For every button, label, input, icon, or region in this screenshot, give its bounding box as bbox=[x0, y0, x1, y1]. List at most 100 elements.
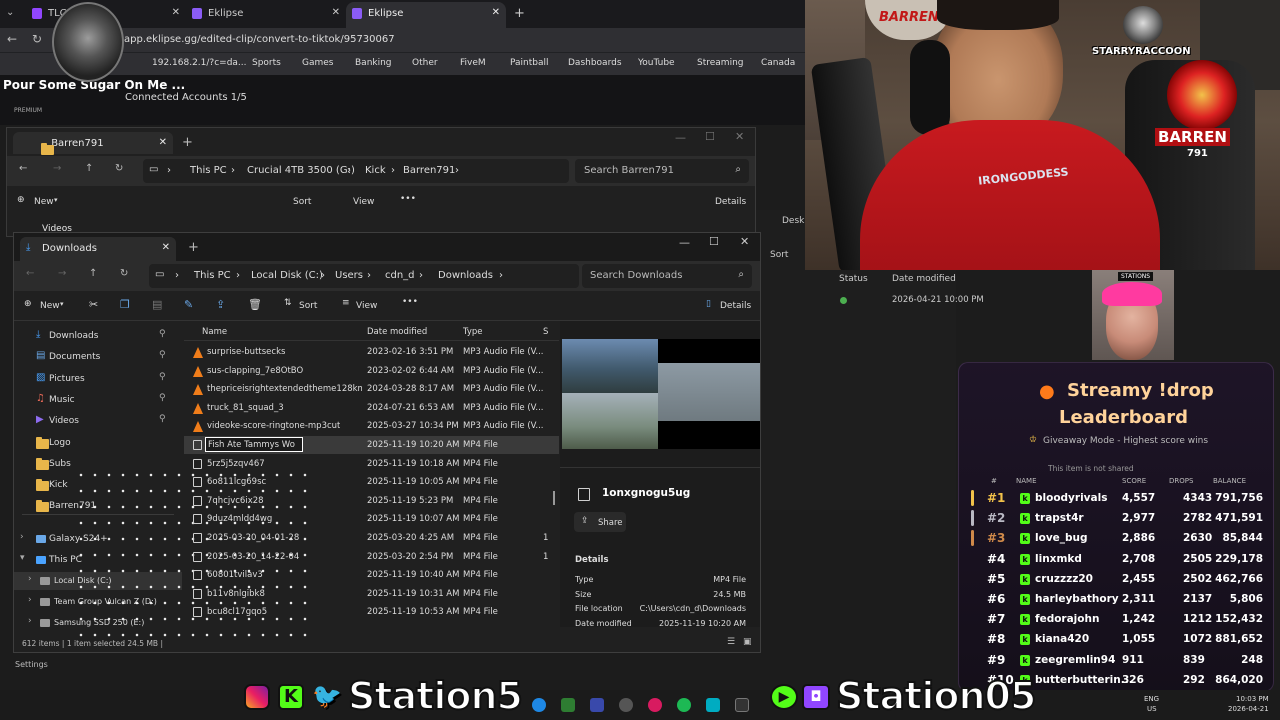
sidebar-item[interactable]: ▶ Videos ⚲ bbox=[14, 412, 182, 430]
bookmark-6[interactable]: FiveM bbox=[460, 58, 486, 68]
back-icon[interactable]: ← bbox=[7, 33, 17, 45]
view-button[interactable]: View bbox=[356, 301, 377, 311]
app-icon-blue[interactable] bbox=[590, 698, 604, 712]
file-row[interactable]: 5rz5j5zqv467 2025-11-19 10:18 AM MP4 File bbox=[184, 455, 559, 473]
maximize-icon[interactable]: ☐ bbox=[705, 131, 715, 142]
search-input[interactable]: Search Downloads bbox=[590, 270, 682, 281]
bookmark-7[interactable]: Paintball bbox=[510, 58, 549, 68]
up-icon[interactable]: ↑ bbox=[89, 269, 97, 279]
chevron-right-icon[interactable]: › bbox=[20, 533, 24, 542]
clock-date[interactable]: 2026-04-21 bbox=[1228, 705, 1269, 713]
pin-icon[interactable]: ⚲ bbox=[159, 393, 166, 403]
close-tab-icon[interactable]: ✕ bbox=[332, 8, 340, 18]
spotify-icon[interactable] bbox=[677, 698, 691, 712]
sidebar-item[interactable]: ⤓ Downloads ⚲ bbox=[14, 327, 182, 345]
paste-icon[interactable]: ▤ bbox=[152, 299, 162, 310]
sort-button[interactable]: Sort bbox=[299, 301, 317, 311]
file-row[interactable]: surprise-buttsecks 2023-02-16 3:51 PM MP3 … bbox=[184, 343, 559, 361]
more-icon[interactable]: ••• bbox=[400, 195, 416, 204]
column-size[interactable]: S bbox=[543, 327, 548, 337]
file-row[interactable]: bcu8cl17gqo5 2025-11-19 10:53 AM MP4 File bbox=[184, 603, 559, 621]
back-icon[interactable]: ← bbox=[26, 269, 34, 279]
app-icon-gear[interactable] bbox=[619, 698, 633, 712]
file-row[interactable]: 60801tvilav3 2025-11-19 10:40 AM MP4 File bbox=[184, 566, 559, 584]
close-tab-icon[interactable]: ✕ bbox=[159, 138, 167, 148]
cut-icon[interactable]: ✂ bbox=[89, 299, 98, 310]
list-view-icon[interactable]: ☰ bbox=[727, 638, 735, 647]
refresh-icon[interactable]: ↻ bbox=[120, 269, 128, 279]
search-input[interactable]: Search Barren791 bbox=[584, 165, 674, 176]
bookmark-9[interactable]: YouTube bbox=[638, 58, 675, 68]
details-button[interactable]: Details bbox=[715, 197, 746, 207]
close-window-icon[interactable]: ✕ bbox=[740, 236, 749, 247]
new-tab-icon[interactable]: + bbox=[188, 241, 199, 254]
file-row[interactable]: b11v8nlgibk8 2025-11-19 10:31 AM MP4 File bbox=[184, 585, 559, 603]
col-status[interactable]: Status bbox=[839, 274, 868, 284]
file-row[interactable]: videoke-score-ringtone-mp3cut 2025-03-27 … bbox=[184, 417, 559, 435]
explorer-back-tab[interactable]: Barren791 ✕ bbox=[13, 132, 173, 155]
scrollbar-thumb[interactable] bbox=[553, 491, 555, 505]
column-name[interactable]: Name bbox=[202, 327, 227, 337]
crumb-1[interactable]: This PC bbox=[190, 165, 227, 176]
crumb-4[interactable]: cdn_d bbox=[385, 270, 415, 281]
sidebar-item[interactable]: ♫ Music ⚲ bbox=[14, 391, 182, 409]
clock-time[interactable]: 10:03 PM bbox=[1236, 695, 1269, 703]
back-icon[interactable]: ← bbox=[19, 164, 27, 174]
bookmark-8[interactable]: Dashboards bbox=[568, 58, 622, 68]
file-row[interactable]: sus-clapping_7e8OtBO 2023-02-02 6:44 AM MP… bbox=[184, 362, 559, 380]
app-icon-green[interactable] bbox=[561, 698, 575, 712]
file-row[interactable]: 9duz4mldd4wg 2025-11-19 10:07 AM MP4 File bbox=[184, 510, 559, 528]
column-type[interactable]: Type bbox=[463, 327, 483, 337]
bookmark-3[interactable]: Games bbox=[302, 58, 333, 68]
close-tab-icon[interactable]: ✕ bbox=[492, 8, 500, 18]
pin-icon[interactable]: ⚲ bbox=[159, 330, 166, 339]
bookmark-11[interactable]: Canada bbox=[761, 58, 795, 68]
more-icon[interactable]: ••• bbox=[402, 298, 418, 307]
column-date[interactable]: Date modified bbox=[367, 327, 427, 337]
crumb-2[interactable]: Local Disk (C:) bbox=[251, 270, 323, 281]
crumb-1[interactable]: This PC bbox=[194, 270, 231, 281]
sort-button[interactable]: Sort bbox=[770, 250, 788, 260]
app-icon-bg[interactable] bbox=[735, 698, 749, 712]
close-tab-icon[interactable]: ✕ bbox=[172, 8, 180, 18]
crumb-4[interactable]: Barren791 bbox=[403, 165, 455, 176]
sidebar-item[interactable]: ▤ Documents ⚲ bbox=[14, 348, 182, 366]
share-icon[interactable]: ⇪ bbox=[216, 299, 225, 310]
settings-label[interactable]: Settings bbox=[15, 660, 48, 669]
crumb-2[interactable]: Crucial 4TB 3500 (G:) bbox=[247, 165, 355, 176]
crumb-3[interactable]: Users bbox=[335, 270, 363, 281]
file-row[interactable]: Fish Ate Tammys Wo 2025-11-19 10:20 AM MP4… bbox=[184, 436, 559, 454]
pin-icon[interactable]: ⚲ bbox=[159, 372, 166, 382]
new-tab-icon[interactable]: + bbox=[182, 136, 193, 149]
chevron-right-icon[interactable]: › bbox=[28, 596, 32, 605]
reload-icon[interactable]: ↻ bbox=[32, 33, 42, 45]
crumb-5[interactable]: Downloads bbox=[438, 270, 493, 281]
connected-accounts[interactable]: Connected Accounts 1/5 bbox=[125, 92, 247, 103]
bookmark-4[interactable]: Banking bbox=[355, 58, 392, 68]
close-window-icon[interactable]: ✕ bbox=[735, 131, 744, 142]
bookmark-10[interactable]: Streaming bbox=[697, 58, 743, 68]
rename-input[interactable]: Fish Ate Tammys Wo bbox=[205, 437, 303, 452]
lang-1[interactable]: ENG bbox=[1144, 695, 1159, 703]
forward-icon[interactable]: → bbox=[58, 269, 66, 279]
rename-icon[interactable]: ✎ bbox=[184, 299, 193, 310]
tab-search-icon[interactable]: ⌄ bbox=[6, 8, 14, 18]
file-row[interactable]: truck_81_squad_3 2024-07-21 6:53 AM MP3 Au… bbox=[184, 399, 559, 417]
sidebar-item[interactable]: Logo bbox=[14, 434, 182, 452]
view-button[interactable]: View bbox=[353, 197, 374, 207]
bookmark-1[interactable]: 192.168.2.1/?c=da... bbox=[152, 58, 247, 68]
pin-icon[interactable]: ⚲ bbox=[159, 351, 166, 360]
sidebar-item[interactable]: ▨ Pictures ⚲ bbox=[14, 370, 182, 388]
details-button[interactable]: Details bbox=[720, 301, 751, 311]
close-tab-icon[interactable]: ✕ bbox=[162, 243, 170, 253]
minimize-icon[interactable]: — bbox=[679, 237, 690, 248]
file-row[interactable]: 6o811lcg69sc 2025-11-19 10:05 AM MP4 File bbox=[184, 473, 559, 491]
chevron-right-icon[interactable]: › bbox=[28, 575, 32, 584]
search-box[interactable]: Search Downloads ⌕ bbox=[582, 264, 752, 288]
tiles-view-icon[interactable]: ▣ bbox=[743, 638, 752, 647]
explorer-tab[interactable]: ⤓ Downloads ✕ bbox=[20, 237, 176, 261]
browser-tab-2[interactable]: Eklipse ✕ bbox=[186, 3, 346, 25]
browser-tab-3-active[interactable]: Eklipse ✕ bbox=[346, 2, 506, 28]
up-icon[interactable]: ↑ bbox=[85, 164, 93, 174]
new-button[interactable]: New bbox=[34, 197, 54, 207]
